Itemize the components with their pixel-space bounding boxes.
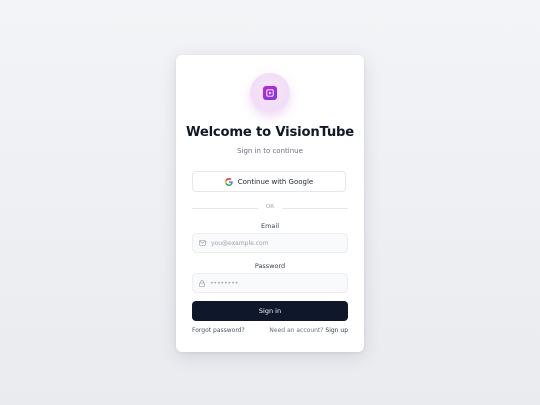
signup-prompt: Need an account? Sign up	[269, 327, 348, 334]
email-placeholder: you@example.com	[211, 239, 269, 247]
email-label: Email	[260, 222, 280, 230]
play-icon	[263, 86, 277, 100]
page-subtitle: Sign in to continue	[237, 147, 303, 155]
page-background: Welcome to VisionTube Sign in to continu…	[0, 0, 540, 405]
google-button-label: Continue with Google	[237, 177, 314, 186]
lock-icon	[199, 279, 205, 287]
or-divider: OR	[192, 203, 348, 213]
need-account-text: Need an account?	[269, 327, 324, 334]
email-field[interactable]: you@example.com	[192, 233, 348, 253]
divider-text: OR	[265, 204, 275, 210]
divider-line-right	[282, 208, 348, 209]
app-logo	[250, 73, 290, 113]
login-card: Welcome to VisionTube Sign in to continu…	[176, 55, 364, 352]
google-icon	[224, 177, 233, 186]
page-title: Welcome to VisionTube	[185, 125, 355, 140]
auth-links: Forgot password? Need an account? Sign u…	[192, 327, 348, 337]
signin-button[interactable]: Sign in	[192, 301, 348, 321]
mail-icon	[199, 240, 206, 246]
signup-link[interactable]: Sign up	[325, 327, 348, 334]
password-label: Password	[254, 262, 286, 270]
password-field[interactable]: ••••••••	[192, 273, 348, 293]
google-signin-button[interactable]: Continue with Google	[192, 171, 346, 192]
password-placeholder: ••••••••	[210, 279, 239, 287]
forgot-password-link[interactable]: Forgot password?	[192, 327, 245, 334]
